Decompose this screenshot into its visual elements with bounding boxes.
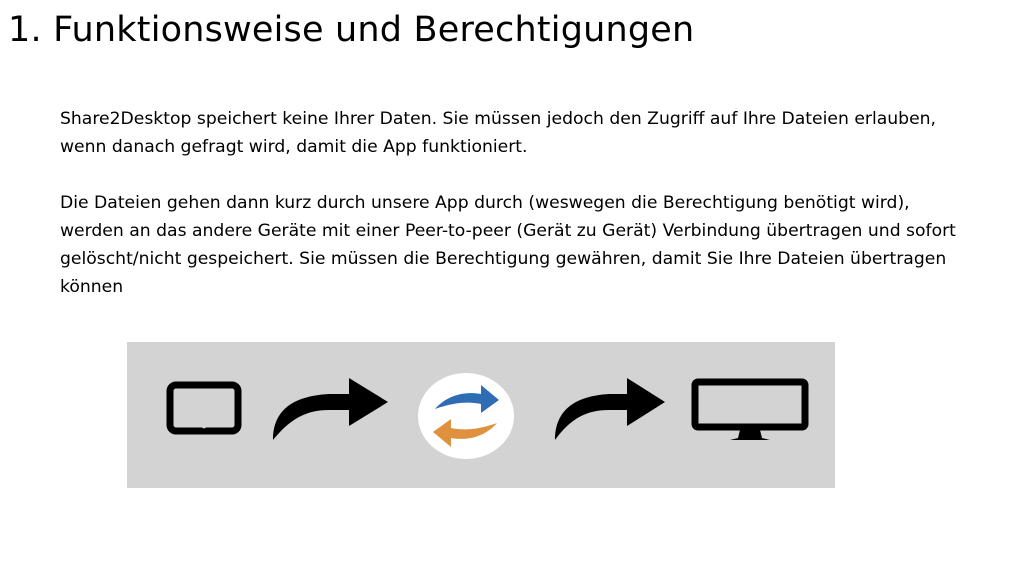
- slide-title: 1. Funktionsweise und Berechtigungen: [8, 10, 695, 50]
- paragraph-permission: Die Dateien gehen dann kurz durch unsere…: [60, 193, 956, 297]
- monitor-icon: [690, 378, 810, 444]
- transfer-flow-diagram: [127, 342, 835, 488]
- paragraph-storage: Share2Desktop speichert keine Ihrer Date…: [60, 109, 936, 157]
- sync-icon: [417, 372, 515, 460]
- curved-arrow-icon: [267, 374, 392, 444]
- slide: 1. Funktionsweise und Berechtigungen Sha…: [0, 0, 1024, 576]
- tablet-icon: [165, 380, 243, 436]
- slide-body: Share2Desktop speichert keine Ihrer Date…: [60, 105, 960, 301]
- curved-arrow-icon: [549, 374, 669, 444]
